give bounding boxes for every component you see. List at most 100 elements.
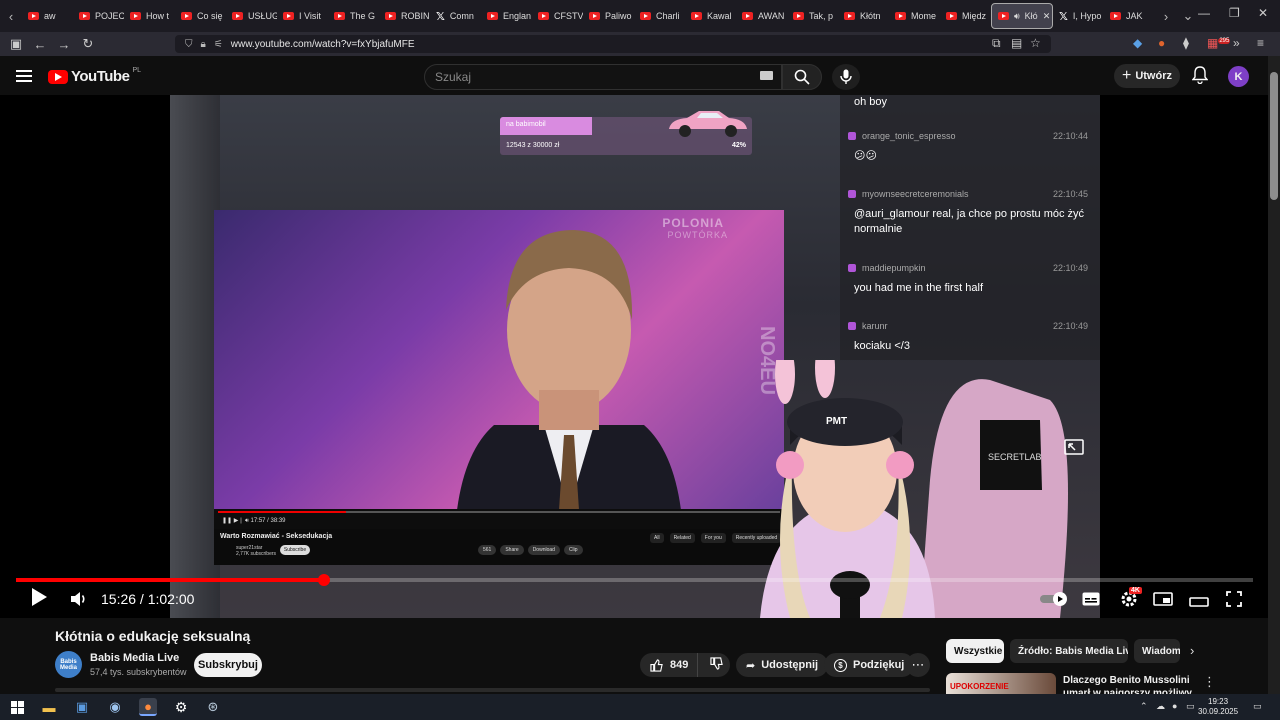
tab-list-dropdown-icon[interactable]: ⌄ — [1177, 8, 1199, 24]
filter-chip[interactable]: Źródło: Babis Media Live — [1010, 639, 1128, 663]
browser-tab[interactable]: The G — [328, 3, 379, 29]
scrollbar-thumb[interactable] — [1270, 72, 1278, 200]
reload-icon[interactable]: ↻ — [76, 36, 100, 52]
mute-button[interactable] — [70, 591, 88, 612]
picture-in-picture-icon[interactable]: ⧉ — [992, 36, 1001, 51]
filter-chip[interactable]: Wszystkie — [946, 639, 1004, 663]
microphone-tray-icon[interactable]: ● — [1172, 701, 1177, 711]
forward-icon[interactable]: → — [52, 37, 76, 52]
browser-tab[interactable]: POJEC — [73, 3, 124, 29]
browser-tab[interactable]: USŁUG — [226, 3, 277, 29]
browser-tab[interactable]: How t — [124, 3, 175, 29]
autoplay-toggle[interactable] — [1040, 592, 1070, 611]
browser-tab[interactable]: aw — [22, 3, 73, 29]
browser-tab[interactable]: Charli — [634, 3, 685, 29]
channel-avatar[interactable]: Babis Media — [55, 651, 82, 678]
youtube-logo[interactable]: YouTube PL — [48, 67, 141, 85]
browser-tab[interactable]: Paliwo — [583, 3, 634, 29]
account-avatar[interactable]: K — [1228, 66, 1249, 87]
remote-desktop-icon[interactable]: ▣ — [73, 698, 91, 716]
browser-tab[interactable]: ROBIN — [379, 3, 430, 29]
url-text[interactable]: www.youtube.com/watch?v=fxYbjafuMFE — [231, 39, 415, 50]
tab-scroll-left-icon[interactable]: ‹ — [0, 9, 22, 24]
play-button[interactable] — [30, 587, 48, 612]
related-video-thumbnail[interactable]: UPOKORZENIE — [946, 673, 1056, 695]
browser-tab[interactable]: 𝕏 Comn — [430, 3, 481, 29]
browser-tab[interactable]: Międz — [940, 3, 991, 29]
browser-tab[interactable]: Kłótn — [838, 3, 889, 29]
speaker-icon[interactable]: 🔊︎ — [1014, 11, 1020, 22]
embedded-action-chip: 561 — [478, 545, 497, 555]
page-scrollbar[interactable] — [1268, 56, 1280, 694]
extension-fox-icon[interactable]: ● — [1158, 36, 1165, 50]
voice-search-button[interactable] — [832, 64, 860, 90]
windows-start-icon[interactable] — [8, 698, 26, 716]
cloud-icon[interactable]: ☁ — [1156, 701, 1165, 712]
browser-tab[interactable]: JAK — [1104, 3, 1155, 29]
related-video-title[interactable]: Dlaczego Benito Mussolini umarł w najgor… — [1063, 674, 1193, 696]
back-icon[interactable]: ← — [28, 37, 52, 52]
address-bar[interactable]: ⛉ 🔒︎ ⚟ www.youtube.com/watch?v=fxYbjafuM… — [175, 35, 1051, 53]
exit-picture-in-picture-icon[interactable] — [1064, 439, 1084, 460]
seek-bar[interactable] — [16, 574, 1253, 586]
overflow-chevrons-icon[interactable]: » — [1233, 36, 1240, 50]
fullscreen-button[interactable] — [1226, 591, 1242, 612]
bookmark-star-icon[interactable]: ☆ — [1030, 36, 1041, 50]
subtitles-button[interactable] — [1082, 592, 1100, 611]
notifications-extension-icon[interactable]: ▦295 — [1207, 36, 1231, 50]
share-button[interactable]: ➦ Udostępnij — [736, 653, 829, 677]
extension-shield-icon[interactable]: ◆ — [1133, 36, 1142, 50]
browser-tab[interactable]: 𝕏 I, Hypo — [1053, 3, 1104, 29]
tab-overview-icon[interactable]: ▣ — [4, 36, 28, 52]
shield-icon[interactable]: ⛉ — [185, 39, 193, 50]
settings-gear-icon[interactable]: ⚙ — [172, 698, 190, 716]
seek-handle[interactable] — [318, 574, 330, 586]
browser-tab[interactable]: Kawal — [685, 3, 736, 29]
guide-menu-icon[interactable] — [16, 70, 32, 82]
more-actions-button[interactable]: ⋯ — [906, 653, 930, 677]
subscribe-button[interactable]: Subskrybuj — [194, 653, 262, 677]
channel-name[interactable]: Babis Media Live — [90, 652, 179, 664]
network-icon[interactable]: ▭ — [1186, 701, 1195, 712]
settings-button[interactable]: 4K — [1119, 587, 1142, 614]
extensions-icon[interactable]: ⧫ — [1183, 36, 1189, 50]
browser-tab[interactable]: AWAN — [736, 3, 787, 29]
browser-tab[interactable]: Mome — [889, 3, 940, 29]
create-button[interactable]: + Utwórz — [1114, 64, 1180, 88]
dislike-button[interactable] — [704, 657, 723, 673]
steam-icon[interactable]: ◉ — [106, 698, 124, 716]
app-menu-icon[interactable]: ≡ — [1257, 36, 1264, 50]
file-explorer-icon[interactable]: ▬ — [40, 698, 58, 716]
browser-tab[interactable]: Co się — [175, 3, 226, 29]
keyboard-icon[interactable] — [760, 71, 773, 80]
notification-center-icon[interactable]: ▭ — [1253, 701, 1262, 712]
thanks-button[interactable]: $ Podziękuj — [824, 653, 915, 677]
browser-tab[interactable]: Tak, p — [787, 3, 838, 29]
minimize-icon[interactable]: — — [1198, 6, 1210, 20]
tray-overflow-icon[interactable]: ⌃ — [1140, 701, 1148, 712]
related-video-menu-icon[interactable]: ⋮ — [1203, 674, 1216, 690]
notifications-button[interactable] — [1191, 66, 1209, 89]
chips-next-icon[interactable]: › — [1190, 643, 1194, 658]
tab-scroll-right-icon[interactable]: › — [1155, 9, 1177, 24]
search-button[interactable] — [782, 64, 822, 90]
system-clock[interactable]: 19:23 30.09.2025 — [1198, 697, 1238, 717]
autoplay-icon — [1040, 592, 1067, 606]
browser-tab[interactable]: Englan — [481, 3, 532, 29]
restore-icon[interactable]: ❐ — [1229, 6, 1240, 20]
close-window-icon[interactable]: ✕ — [1258, 6, 1268, 20]
like-button[interactable]: 849 — [640, 653, 698, 677]
firefox-icon[interactable]: ● — [139, 698, 157, 716]
reader-view-icon[interactable]: ▤ — [1011, 36, 1022, 50]
page-settings-icon[interactable]: ⚟ — [214, 39, 223, 50]
filter-chip[interactable]: Wiadomo — [1134, 639, 1180, 663]
browser-tab[interactable]: CFSTV — [532, 3, 583, 29]
close-tab-icon[interactable]: ✕ — [1043, 11, 1051, 22]
miniplayer-button[interactable] — [1153, 592, 1173, 611]
browser-tab[interactable]: 🔊︎ Kłó ✕ — [991, 3, 1053, 29]
video-player[interactable]: na babimobil 12543 z 30000 zł 42% POLONI… — [0, 95, 1268, 618]
app-icon[interactable]: ⊛ — [204, 698, 222, 716]
browser-tab[interactable]: I Visit — [277, 3, 328, 29]
theater-mode-button[interactable] — [1189, 594, 1209, 612]
search-input[interactable]: Szukaj — [424, 64, 782, 90]
